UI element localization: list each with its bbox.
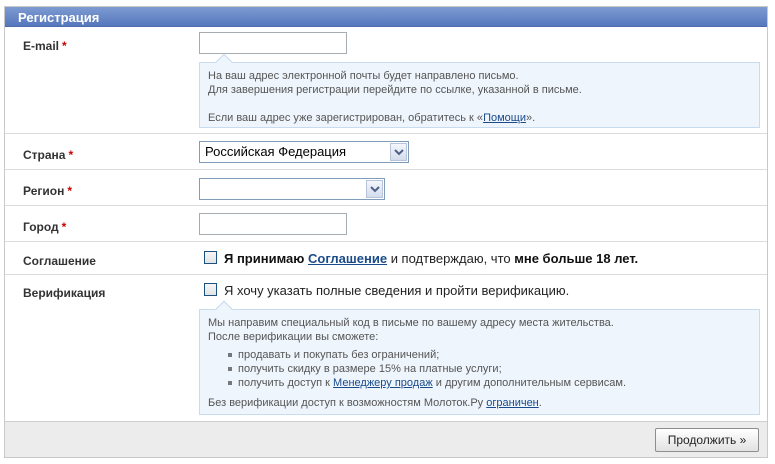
chevron-down-icon[interactable] — [366, 180, 383, 198]
region-row: Регион * — [5, 170, 767, 206]
country-selected-value: Российская Федерация — [205, 144, 347, 159]
email-field[interactable] — [199, 32, 347, 54]
list-item: получить скидку в размере 15% на платные… — [228, 362, 751, 376]
verification-info-line2: После верификации вы сможете: — [208, 331, 379, 343]
verification-footer-text: Без верификации доступ к возможностям Мо… — [208, 397, 542, 409]
agreement-label: Соглашение — [23, 254, 96, 268]
agreement-link[interactable]: Соглашение — [308, 251, 387, 266]
agreement-text: Я принимаю Соглашение и подтверждаю, что… — [224, 251, 639, 266]
agreement-checkbox[interactable] — [204, 251, 217, 264]
verification-info-box: Мы направим специальный код в письме по … — [199, 300, 760, 415]
region-label: Регион * — [23, 184, 73, 198]
sales-manager-link[interactable]: Менеджеру продаж — [333, 377, 433, 389]
list-item: продавать и покупать без ограничений; — [228, 348, 751, 362]
email-info-box: На ваш адрес электронной почты будет нап… — [199, 53, 760, 128]
verification-row: Верификация Я хочу указать полные сведен… — [5, 275, 767, 421]
email-info-line1: На ваш адрес электронной почты будет нап… — [208, 70, 519, 82]
email-row: E-mail * На ваш адрес электронной почты б… — [5, 28, 767, 134]
limited-link[interactable]: ограничен — [486, 397, 539, 409]
required-mark: * — [67, 184, 73, 198]
country-select[interactable]: Российская Федерация — [199, 141, 409, 163]
region-select[interactable] — [199, 178, 385, 200]
email-label: E-mail * — [23, 39, 67, 53]
city-field[interactable] — [199, 213, 347, 235]
country-row: Страна * Российская Федерация — [5, 134, 767, 170]
list-item: получить доступ к Менеджеру продаж и дру… — [228, 376, 751, 390]
agreement-row: Соглашение Я принимаю Соглашение и подтв… — [5, 242, 767, 275]
panel-title: Регистрация — [5, 7, 767, 27]
help-link[interactable]: Помощи — [483, 112, 526, 124]
verification-label: Верификация — [23, 286, 106, 300]
verification-info-line1: Мы направим специальный код в письме по … — [208, 317, 614, 329]
required-mark: * — [61, 220, 67, 234]
city-label: Город * — [23, 220, 67, 234]
country-label: Страна * — [23, 148, 74, 162]
continue-button[interactable]: Продолжить » — [655, 428, 759, 452]
benefits-list: продавать и покупать без ограничений; по… — [208, 348, 751, 390]
form-footer: Продолжить » — [5, 421, 767, 457]
city-row: Город * — [5, 206, 767, 242]
verification-checkbox[interactable] — [204, 283, 217, 296]
chevron-down-icon[interactable] — [390, 143, 407, 161]
required-mark: * — [62, 39, 67, 53]
email-info-line3: Если ваш адрес уже зарегистрирован, обра… — [208, 112, 536, 124]
email-info-line2: Для завершения регистрации перейдите по … — [208, 84, 582, 96]
required-mark: * — [68, 148, 74, 162]
verification-checkbox-text: Я хочу указать полные сведения и пройти … — [224, 283, 570, 298]
registration-panel: Регистрация E-mail * На ваш адрес электро… — [4, 6, 768, 458]
